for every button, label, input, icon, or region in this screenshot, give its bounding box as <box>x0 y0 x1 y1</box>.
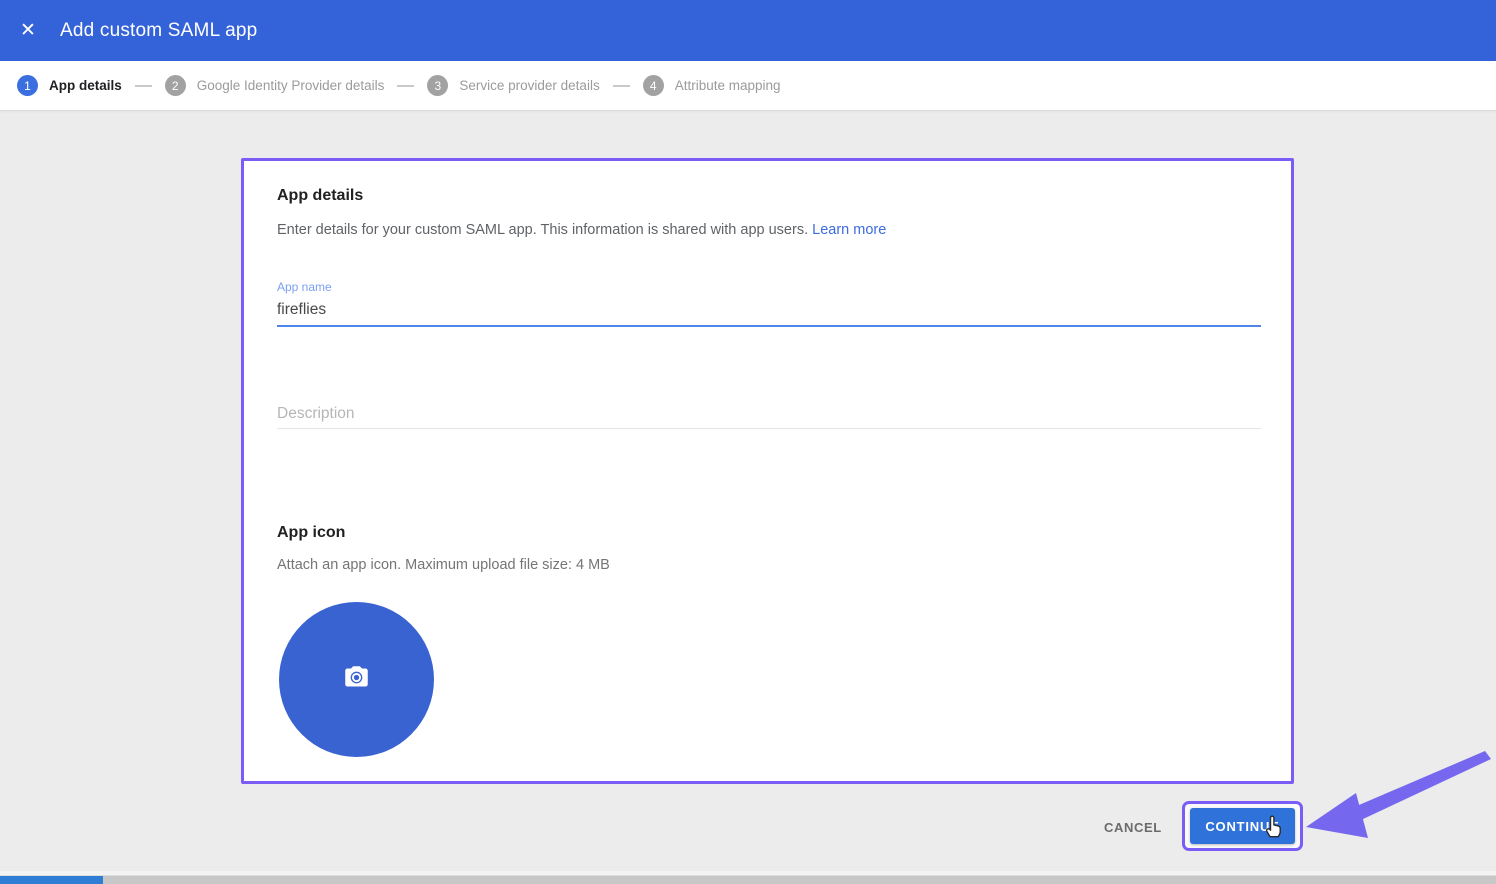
step-3-label: Service provider details <box>459 78 599 93</box>
continue-button[interactable]: CONTINUE <box>1190 808 1295 844</box>
app-icon-title: App icon <box>277 524 345 542</box>
learn-more-link[interactable]: Learn more <box>812 222 886 238</box>
step-google-idp-details: 2 Google Identity Provider details <box>165 75 385 96</box>
dialog-header: ✕ Add custom SAML app <box>0 0 1496 61</box>
step-1-label: App details <box>49 78 122 93</box>
video-progress-fill <box>0 876 103 884</box>
step-3-circle: 3 <box>427 75 448 96</box>
dialog-title: Add custom SAML app <box>60 20 257 42</box>
section-title: App details <box>277 187 363 205</box>
step-4-label: Attribute mapping <box>675 78 781 93</box>
step-4-circle: 4 <box>643 75 664 96</box>
step-service-provider-details: 3 Service provider details <box>427 75 599 96</box>
step-1-circle: 1 <box>17 75 38 96</box>
step-2-label: Google Identity Provider details <box>197 78 385 93</box>
step-attribute-mapping: 4 Attribute mapping <box>643 75 781 96</box>
close-icon[interactable]: ✕ <box>8 11 48 51</box>
step-app-details: 1 App details <box>17 75 122 96</box>
step-2-circle: 2 <box>165 75 186 96</box>
camera-icon <box>343 664 370 696</box>
cancel-button[interactable]: CANCEL <box>1096 812 1170 842</box>
video-progress-bar[interactable] <box>0 875 1496 884</box>
step-connector <box>135 85 152 87</box>
app-icon-upload-button[interactable] <box>279 602 434 757</box>
app-details-card: App details Enter details for your custo… <box>241 158 1294 784</box>
section-description-text: Enter details for your custom SAML app. … <box>277 222 808 238</box>
app-name-label: App name <box>277 280 332 294</box>
app-icon-description: Attach an app icon. Maximum upload file … <box>277 557 610 573</box>
annotation-box-continue: CONTINUE <box>1182 801 1303 851</box>
step-connector <box>397 85 414 87</box>
app-name-input[interactable] <box>277 295 1261 327</box>
step-connector <box>613 85 630 87</box>
description-input[interactable] <box>277 399 1261 429</box>
section-description: Enter details for your custom SAML app. … <box>277 222 886 238</box>
annotation-arrow <box>1295 746 1493 847</box>
wizard-stepper: 1 App details 2 Google Identity Provider… <box>0 61 1496 111</box>
